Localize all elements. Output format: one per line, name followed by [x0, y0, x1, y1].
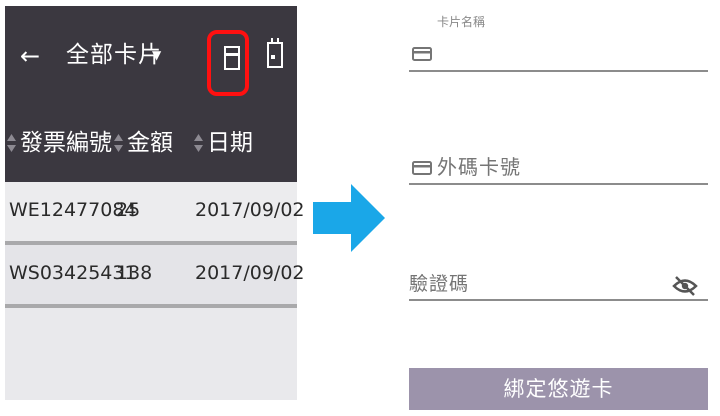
date-cell: 2017/09/02 — [195, 199, 305, 221]
right-arrow-icon — [313, 184, 385, 252]
table-header: 發票編號 金額 日期 — [5, 104, 297, 182]
external-card-number-field[interactable]: 外碼卡號 — [437, 154, 521, 180]
amount-cell: 138 — [116, 262, 153, 284]
back-arrow-icon[interactable]: ← — [20, 44, 40, 68]
column-label: 日期 — [207, 130, 253, 156]
visibility-off-icon[interactable] — [672, 276, 698, 296]
credit-card-icon — [412, 47, 432, 61]
card-name-label: 卡片名稱 — [437, 15, 486, 29]
verification-code-field[interactable]: 驗證碼 — [409, 271, 469, 297]
date-cell: 2017/09/02 — [195, 262, 305, 284]
external-card-number-underline — [409, 183, 708, 185]
column-amount[interactable]: 金額 — [114, 128, 173, 158]
app-bar: ← 全部卡片 ▼ — [5, 6, 297, 104]
card-icon[interactable] — [224, 46, 240, 70]
sort-icon — [114, 128, 125, 152]
card-filter-title[interactable]: 全部卡片 — [66, 40, 162, 70]
bind-easycard-button[interactable]: 綁定悠遊卡 — [409, 368, 708, 410]
card-name-field[interactable] — [409, 70, 708, 72]
sort-icon — [7, 128, 18, 152]
column-invoice-number[interactable]: 發票編號 — [7, 128, 112, 158]
dropdown-caret-icon[interactable]: ▼ — [152, 48, 161, 62]
verification-code-underline — [409, 299, 708, 301]
column-date[interactable]: 日期 — [194, 128, 253, 158]
column-label: 發票編號 — [20, 130, 112, 156]
amount-cell: 25 — [116, 199, 141, 221]
calendar-icon[interactable] — [267, 37, 283, 73]
invoice-list-screen: ← 全部卡片 ▼ 發票編號 金額 日期 WE12477084 25 2017/0… — [5, 6, 305, 400]
table-row[interactable]: WE12477084 25 2017/09/02 — [5, 182, 305, 245]
sort-icon — [194, 128, 205, 152]
table-row[interactable]: WS03425431 138 2017/09/02 — [5, 245, 305, 308]
credit-card-icon — [412, 161, 432, 175]
column-label: 金額 — [127, 130, 173, 156]
